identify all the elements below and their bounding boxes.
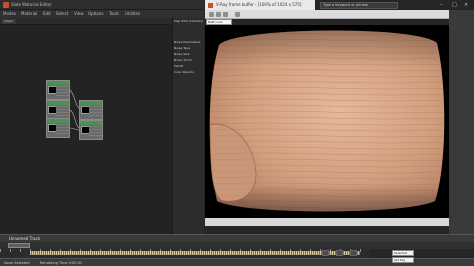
render-icon[interactable] [235,12,240,17]
window-controls: – □ × [400,0,474,10]
next-frame-button[interactable] [350,250,357,256]
search-input[interactable]: Type a keyword or phrase [320,2,398,9]
clear-icon[interactable] [223,12,228,17]
param-row[interactable]: Noise Parameters [174,40,201,44]
param-row[interactable]: Noise Thrsh [174,58,201,62]
status-render-time: Rendering Time 0:00:01 [40,261,83,265]
render-toolbar [205,10,449,19]
channel-icon[interactable] [216,12,221,17]
param-header: Map #29 (Checker) [174,19,203,23]
param-row[interactable]: Noise Type [174,46,201,50]
render-window-title-bar: V-Ray frame buffer - [100% of 1024 x 575… [205,0,315,10]
render-window-title: V-Ray frame buffer - [100% of 1024 x 575… [216,2,302,7]
param-row[interactable]: Noise Size [174,52,201,56]
render-bottom-toolbar [205,218,449,226]
param-row[interactable]: Falloff [174,64,201,68]
minimize-icon[interactable]: – [440,2,443,8]
maximize-icon[interactable]: □ [452,2,457,8]
rendered-wood-cushion [209,30,445,212]
viewport-edge [449,10,474,234]
time-slider[interactable] [0,242,474,249]
vray-icon [208,3,213,8]
track-bar: Unnamed Track [0,234,474,242]
save-icon[interactable] [209,12,214,17]
keyframe-track [30,251,360,255]
render-preview [205,25,449,218]
close-icon[interactable]: × [464,2,468,8]
play-button[interactable] [336,250,343,256]
status-selection: None Selected [4,261,30,265]
parameter-editor-panel [172,18,204,234]
prev-frame-button[interactable] [322,250,329,256]
auto-key-field[interactable]: Selected [392,250,414,256]
set-key-field[interactable]: Set Key [392,257,414,263]
param-row[interactable]: Color Params [174,70,201,74]
track-label: Unnamed Track [9,236,41,241]
time-slider-thumb[interactable] [8,243,30,248]
